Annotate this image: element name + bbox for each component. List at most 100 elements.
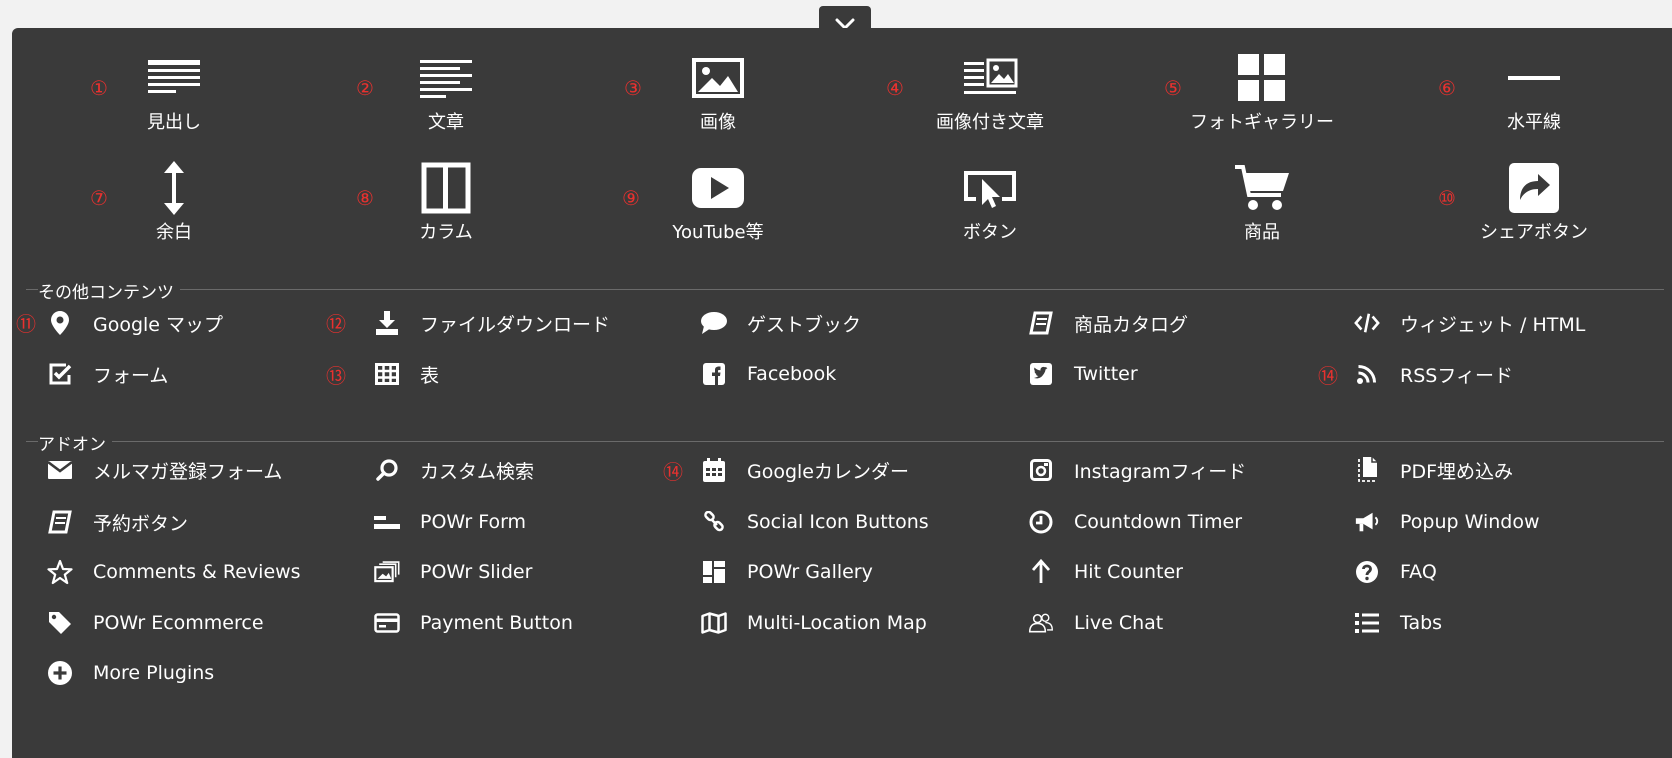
slider-images-icon [374,559,400,585]
item-instagram-feed[interactable]: Instagramフィード [1028,453,1246,487]
item-product-catalog[interactable]: 商品カタログ [1028,306,1188,340]
item-number-badge: ⑬ [326,364,346,388]
section-other-contents: その他コンテンツ [26,278,1666,303]
item-facebook[interactable]: Facebook [701,357,836,391]
code-icon [1354,310,1380,336]
spacer-icon [44,161,304,215]
columns-icon [316,162,576,214]
block-number-badge: ⑩ [1438,186,1456,210]
block-label: 文章 [428,112,464,133]
item-faq[interactable]: FAQ [1354,555,1437,589]
item-live-chat[interactable]: Live Chat [1028,606,1163,640]
item-number-badge: ⑭ [663,460,683,484]
item-form[interactable]: フォーム [47,357,168,391]
item-social-icon-buttons[interactable]: Social Icon Buttons [701,505,929,539]
item-powr-gallery[interactable]: POWr Gallery [701,555,873,589]
block-label: 画像付き文章 [936,112,1044,133]
item-table[interactable]: 表 [374,357,439,391]
item-label: POWr Ecommerce [93,612,264,634]
block-number-badge: ① [90,76,108,100]
calendar-icon [701,457,727,483]
item-label: POWr Form [420,511,527,533]
item-multi-location-map[interactable]: Multi-Location Map [701,606,927,640]
item-label: Live Chat [1074,612,1164,634]
section-divider [26,289,1664,290]
item-custom-search[interactable]: カスタム検索 [374,453,534,487]
item-google-map[interactable]: Google マップ [47,306,223,340]
block-button[interactable]: ボタン [860,162,1120,244]
item-tabs[interactable]: Tabs [1354,606,1442,640]
plus-circle-icon [47,660,73,686]
item-label: カスタム検索 [420,460,535,483]
catalog-book-icon [1028,310,1054,336]
item-label: Payment Button [420,612,573,634]
item-label: フォーム [93,364,169,387]
item-comments-reviews[interactable]: Comments & Reviews [47,555,301,589]
item-booking-button[interactable]: 予約ボタン [47,505,188,539]
item-label: Googleカレンダー [747,460,910,483]
item-google-calendar[interactable]: Googleカレンダー [701,453,909,487]
users-chat-icon [1028,610,1054,636]
item-label: ウィジェット / HTML [1400,313,1586,336]
item-label: ゲストブック [747,313,862,336]
block-product[interactable]: 商品 [1132,162,1392,244]
item-widget-html[interactable]: ウィジェット / HTML [1354,306,1585,340]
booking-book-icon [47,509,73,535]
block-label: シェアボタン [1480,222,1588,243]
block-number-badge: ⑦ [90,186,108,210]
search-icon [374,457,400,483]
block-columns[interactable]: カラム [316,162,576,244]
clock-icon [1028,509,1054,535]
item-twitter[interactable]: Twitter [1028,357,1138,391]
item-countdown-timer[interactable]: Countdown Timer [1028,505,1242,539]
text-icon [316,52,576,104]
item-newsletter-form[interactable]: メルマガ登録フォーム [47,453,282,487]
block-heading[interactable]: 見出し [44,52,304,134]
pdf-file-icon [1354,457,1380,483]
credit-card-icon [374,610,400,636]
item-powr-slider[interactable]: POWr Slider [374,555,532,589]
item-label: Comments & Reviews [93,561,301,583]
item-rss-feed[interactable]: RSSフィード [1354,357,1513,391]
cart-icon [1132,162,1392,214]
instagram-icon [1028,457,1054,483]
item-file-download[interactable]: ファイルダウンロード [374,306,610,340]
item-number-badge: ⑫ [326,312,346,336]
item-hit-counter[interactable]: Hit Counter [1028,555,1183,589]
item-payment-button[interactable]: Payment Button [374,606,573,640]
item-label: Google マップ [93,313,224,336]
megaphone-icon [1354,509,1380,535]
item-label: 商品カタログ [1074,313,1189,336]
item-label: PDF埋め込み [1400,460,1514,483]
speech-bubble-icon [701,310,727,336]
folded-map-icon [701,610,727,636]
section-addons: アドオン [26,430,1666,455]
block-number-badge: ⑨ [622,186,640,210]
block-label: ボタン [963,222,1017,243]
block-label: カラム [419,222,473,243]
block-label: YouTube等 [672,222,764,243]
item-pdf-embed[interactable]: PDF埋め込み [1354,453,1513,487]
item-label: RSSフィード [1400,364,1513,387]
section-title: その他コンテンツ [38,278,180,303]
item-more-plugins[interactable]: More Plugins [47,656,214,690]
item-label: POWr Gallery [747,561,873,583]
item-popup-window[interactable]: Popup Window [1354,505,1540,539]
link-chain-icon [701,509,727,535]
list-icon [1354,610,1380,636]
envelope-icon [47,457,73,483]
arrow-up-icon [1028,559,1054,585]
twitter-icon [1028,361,1054,387]
block-spacer[interactable]: 余白 [44,161,304,244]
item-powr-ecommerce[interactable]: POWr Ecommerce [47,606,264,640]
block-number-badge: ② [356,76,374,100]
block-label: 商品 [1244,222,1280,243]
item-label: Social Icon Buttons [747,511,929,533]
download-icon [374,310,400,336]
item-powr-form[interactable]: POWr Form [374,505,526,539]
item-label: Facebook [747,363,837,385]
item-guestbook[interactable]: ゲストブック [701,306,861,340]
block-label: 画像 [700,112,736,133]
facebook-icon [701,361,727,387]
block-text[interactable]: 文章 [316,52,576,134]
